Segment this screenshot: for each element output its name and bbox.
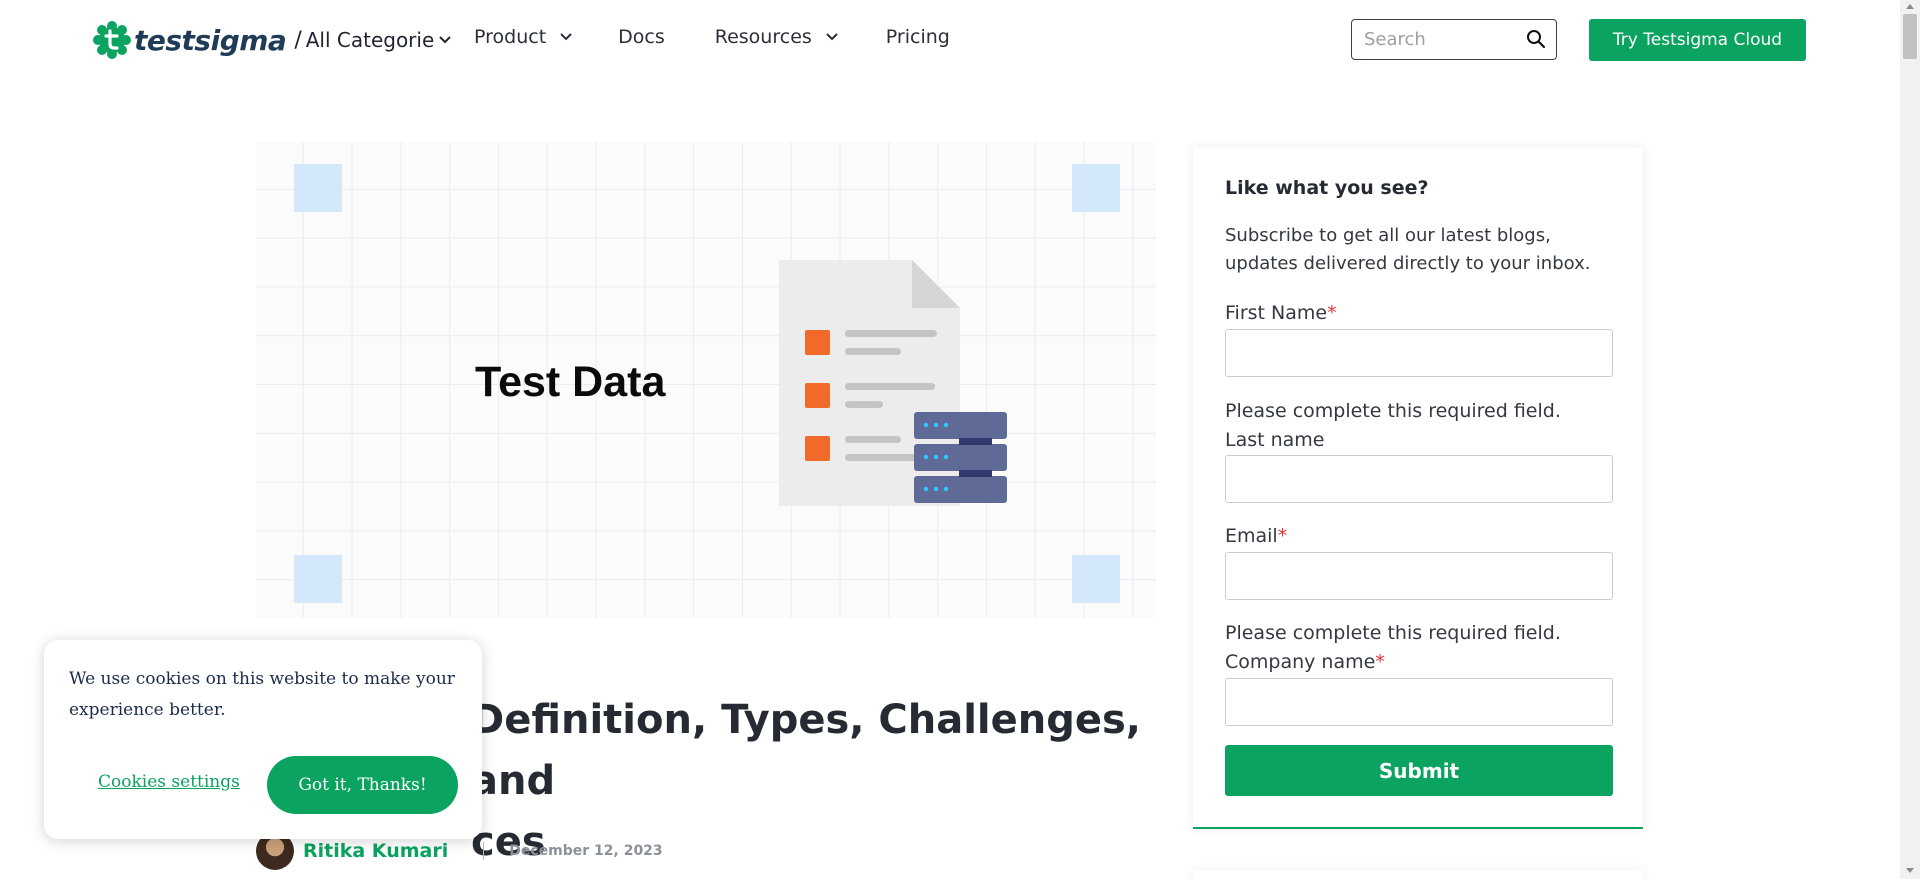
search-box[interactable] (1351, 19, 1557, 60)
nav-item-label: Product (474, 26, 547, 48)
form-heading: Like what you see? (1225, 177, 1429, 199)
last-name-label: Last name (1225, 429, 1325, 451)
last-name-field[interactable] (1225, 455, 1613, 503)
nav-item-resources[interactable]: Resources (715, 26, 838, 48)
label-text: Last name (1225, 429, 1325, 451)
grid-highlight (1072, 555, 1120, 603)
publish-date: December 12, 2023 (509, 843, 663, 859)
nav-item-product[interactable]: Product (474, 26, 572, 48)
scrollbar[interactable] (1900, 0, 1920, 879)
try-testsigma-cloud-button[interactable]: Try Testsigma Cloud (1589, 19, 1806, 61)
first-name-field[interactable] (1225, 329, 1613, 377)
author-link[interactable]: Ritika Kumari (303, 840, 448, 862)
grid-highlight (294, 555, 342, 603)
testsigma-logo-icon (93, 21, 131, 59)
subscribe-form: Like what you see? Subscribe to get all … (1193, 147, 1643, 829)
scroll-down-arrow-icon[interactable] (1906, 868, 1914, 873)
field-error: Please complete this required field. (1225, 622, 1561, 644)
first-name-label: First Name* (1225, 302, 1337, 324)
cookie-banner: We use cookies on this website to make y… (44, 640, 482, 839)
cookies-settings-link[interactable]: Cookies settings (98, 772, 240, 792)
cookie-message: We use cookies on this website to make y… (69, 669, 455, 720)
chevron-down-icon (560, 33, 572, 41)
logo-text: testsigma (134, 23, 287, 57)
chevron-down-icon (826, 33, 838, 41)
hero-image: Test Data (256, 142, 1156, 618)
category-dropdown[interactable]: All Categorie (306, 28, 452, 52)
email-field[interactable] (1225, 552, 1613, 600)
main-nav: Product Docs Resources Pricing (474, 26, 950, 48)
required-marker: * (1375, 651, 1385, 673)
byline-divider (483, 842, 485, 860)
sidebar-card (1193, 870, 1643, 879)
field-error: Please complete this required field. (1225, 400, 1561, 422)
required-marker: * (1277, 525, 1288, 547)
scroll-thumb[interactable] (1903, 14, 1917, 59)
grid-highlight (294, 164, 342, 212)
email-label: Email* (1225, 525, 1287, 547)
site-header: testsigma / All Categorie Product Docs R… (0, 0, 1900, 80)
label-text: Email (1225, 525, 1278, 547)
category-dropdown-label: All Categorie (305, 28, 435, 52)
search-input[interactable] (1364, 29, 1524, 50)
nav-item-label: Pricing (885, 26, 950, 48)
scroll-up-arrow-icon[interactable] (1906, 4, 1914, 9)
grid-highlight (1072, 164, 1120, 212)
nav-item-docs[interactable]: Docs (618, 26, 665, 48)
chevron-down-icon (439, 36, 451, 44)
label-text: Company name (1225, 651, 1376, 673)
logo-separator: / (294, 27, 302, 53)
form-subtext: Subscribe to get all our latest blogs, u… (1225, 225, 1591, 274)
company-name-label: Company name* (1225, 651, 1385, 673)
required-marker: * (1327, 302, 1337, 324)
label-text: First Name (1225, 302, 1328, 324)
nav-item-pricing[interactable]: Pricing (886, 26, 950, 48)
server-icon (914, 412, 1007, 503)
hero-title: Test Data (475, 358, 666, 406)
nav-item-label: Docs (618, 26, 665, 48)
submit-button[interactable]: Submit (1225, 745, 1613, 796)
logo[interactable]: testsigma / All Categorie (92, 20, 451, 60)
company-name-field[interactable] (1225, 678, 1613, 726)
accept-cookies-button[interactable]: Got it, Thanks! (267, 756, 458, 814)
search-icon[interactable] (1526, 29, 1546, 49)
nav-item-label: Resources (714, 26, 812, 48)
